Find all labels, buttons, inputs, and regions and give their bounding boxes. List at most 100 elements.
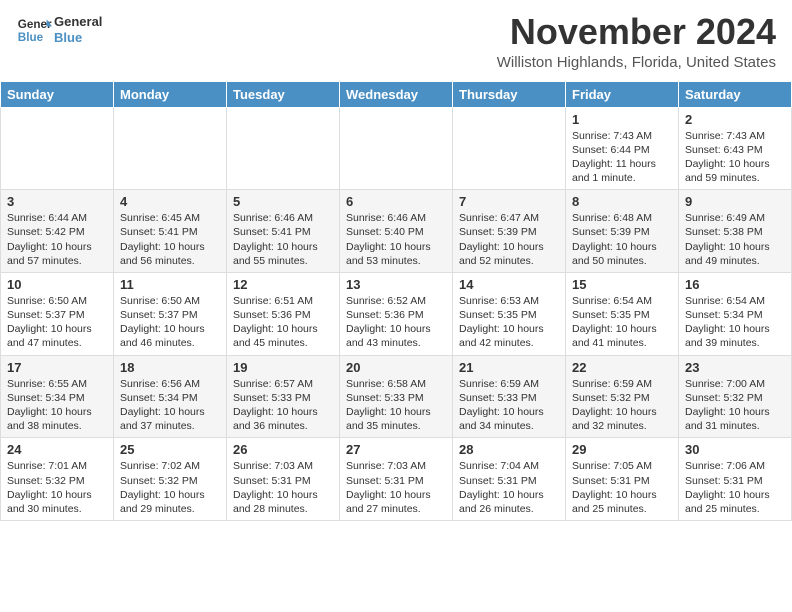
calendar-cell: 3Sunrise: 6:44 AMSunset: 5:42 PMDaylight… — [1, 190, 114, 273]
day-detail: Sunset: 5:39 PM — [459, 225, 559, 239]
calendar-cell: 2Sunrise: 7:43 AMSunset: 6:43 PMDaylight… — [679, 107, 792, 190]
day-number: 10 — [7, 277, 107, 292]
day-detail: Sunrise: 7:02 AM — [120, 459, 220, 473]
day-detail: Sunrise: 6:49 AM — [685, 211, 785, 225]
day-detail: Daylight: 11 hours and 1 minute. — [572, 157, 672, 185]
day-detail: Sunrise: 6:53 AM — [459, 294, 559, 308]
day-detail: Sunset: 5:42 PM — [7, 225, 107, 239]
day-detail: Sunset: 5:34 PM — [7, 391, 107, 405]
day-detail: Sunrise: 6:46 AM — [346, 211, 446, 225]
day-detail: Sunset: 5:35 PM — [459, 308, 559, 322]
calendar-cell: 24Sunrise: 7:01 AMSunset: 5:32 PMDayligh… — [1, 438, 114, 521]
day-detail: Daylight: 10 hours and 30 minutes. — [7, 488, 107, 516]
weekday-header-monday: Monday — [114, 81, 227, 107]
calendar-cell — [114, 107, 227, 190]
day-detail: Sunset: 5:37 PM — [120, 308, 220, 322]
day-detail: Daylight: 10 hours and 53 minutes. — [346, 240, 446, 268]
calendar-cell: 6Sunrise: 6:46 AMSunset: 5:40 PMDaylight… — [340, 190, 453, 273]
day-number: 14 — [459, 277, 559, 292]
day-number: 4 — [120, 194, 220, 209]
day-number: 18 — [120, 360, 220, 375]
day-detail: Sunrise: 6:48 AM — [572, 211, 672, 225]
day-detail: Daylight: 10 hours and 47 minutes. — [7, 322, 107, 350]
day-detail: Sunset: 5:33 PM — [459, 391, 559, 405]
day-number: 22 — [572, 360, 672, 375]
calendar-cell: 14 Sunrise: 6:53 AMSunset: 5:35 PMDayligh… — [453, 272, 566, 355]
day-detail: Daylight: 10 hours and 38 minutes. — [7, 405, 107, 433]
day-detail: Sunset: 5:39 PM — [572, 225, 672, 239]
calendar-cell: 21Sunrise: 6:59 AMSunset: 5:33 PMDayligh… — [453, 355, 566, 438]
day-detail: Sunrise: 6:45 AM — [120, 211, 220, 225]
day-number: 19 — [233, 360, 333, 375]
calendar-cell: 20Sunrise: 6:58 AMSunset: 5:33 PMDayligh… — [340, 355, 453, 438]
day-detail: Sunset: 5:32 PM — [7, 474, 107, 488]
day-detail: Sunset: 5:38 PM — [685, 225, 785, 239]
day-detail: Sunset: 5:40 PM — [346, 225, 446, 239]
day-number: 24 — [7, 442, 107, 457]
day-detail: Daylight: 10 hours and 57 minutes. — [7, 240, 107, 268]
calendar-cell: 13 Sunrise: 6:52 AMSunset: 5:36 PMDayligh… — [340, 272, 453, 355]
calendar-week-row: 10Sunrise: 6:50 AMSunset: 5:37 PMDayligh… — [1, 272, 792, 355]
day-detail: Daylight: 10 hours and 46 minutes. — [120, 322, 220, 350]
day-number: 15 — [572, 277, 672, 292]
day-number: 7 — [459, 194, 559, 209]
calendar-week-row: 17Sunrise: 6:55 AMSunset: 5:34 PMDayligh… — [1, 355, 792, 438]
day-detail: Sunrise: 6:58 AM — [346, 377, 446, 391]
day-detail: Daylight: 10 hours and 56 minutes. — [120, 240, 220, 268]
day-detail: Daylight: 10 hours and 52 minutes. — [459, 240, 559, 268]
page-header: General Blue General Blue November 2024 … — [0, 0, 792, 77]
day-detail: Sunrise: 6:52 AM — [346, 294, 446, 308]
day-detail: Sunset: 5:35 PM — [572, 308, 672, 322]
weekday-header-tuesday: Tuesday — [227, 81, 340, 107]
day-detail: Daylight: 10 hours and 35 minutes. — [346, 405, 446, 433]
day-number: 27 — [346, 442, 446, 457]
day-number: 30 — [685, 442, 785, 457]
calendar-cell: 27Sunrise: 7:03 AMSunset: 5:31 PMDayligh… — [340, 438, 453, 521]
logo-blue: Blue — [54, 30, 102, 46]
calendar-cell: 12Sunrise: 6:51 AMSunset: 5:36 PMDayligh… — [227, 272, 340, 355]
day-detail: Daylight: 10 hours and 49 minutes. — [685, 240, 785, 268]
calendar-cell: 8Sunrise: 6:48 AMSunset: 5:39 PMDaylight… — [566, 190, 679, 273]
calendar-cell — [453, 107, 566, 190]
day-number: 21 — [459, 360, 559, 375]
day-detail: Sunrise: 7:04 AM — [459, 459, 559, 473]
day-detail: Sunset: 5:41 PM — [120, 225, 220, 239]
day-number: 1 — [572, 112, 672, 127]
day-detail: Sunset: 5:33 PM — [233, 391, 333, 405]
calendar-cell: 9Sunrise: 6:49 AMSunset: 5:38 PMDaylight… — [679, 190, 792, 273]
day-detail: Daylight: 10 hours and 43 minutes. — [346, 322, 446, 350]
calendar-cell: 30Sunrise: 7:06 AMSunset: 5:31 PMDayligh… — [679, 438, 792, 521]
day-detail: Daylight: 10 hours and 26 minutes. — [459, 488, 559, 516]
day-detail: Sunrise: 6:47 AM — [459, 211, 559, 225]
day-detail: Daylight: 10 hours and 41 minutes. — [572, 322, 672, 350]
day-detail: Sunset: 5:41 PM — [233, 225, 333, 239]
calendar-cell: 18Sunrise: 6:56 AMSunset: 5:34 PMDayligh… — [114, 355, 227, 438]
day-detail: Sunrise: 7:03 AM — [233, 459, 333, 473]
weekday-header-row: SundayMondayTuesdayWednesdayThursdayFrid… — [1, 81, 792, 107]
calendar-cell: 22Sunrise: 6:59 AMSunset: 5:32 PMDayligh… — [566, 355, 679, 438]
day-detail: Sunset: 5:36 PM — [346, 308, 446, 322]
location-title: Williston Highlands, Florida, United Sta… — [497, 54, 776, 71]
day-number: 8 — [572, 194, 672, 209]
day-number: 26 — [233, 442, 333, 457]
day-number: 23 — [685, 360, 785, 375]
calendar-week-row: 3Sunrise: 6:44 AMSunset: 5:42 PMDaylight… — [1, 190, 792, 273]
calendar-cell: 17Sunrise: 6:55 AMSunset: 5:34 PMDayligh… — [1, 355, 114, 438]
day-detail: Sunrise: 6:56 AM — [120, 377, 220, 391]
calendar-cell — [340, 107, 453, 190]
day-detail: Sunrise: 6:59 AM — [572, 377, 672, 391]
day-detail: Sunset: 6:44 PM — [572, 143, 672, 157]
day-detail: Sunrise: 6:57 AM — [233, 377, 333, 391]
day-number: 13 — [346, 277, 446, 292]
day-number: 25 — [120, 442, 220, 457]
day-detail: Daylight: 10 hours and 34 minutes. — [459, 405, 559, 433]
day-detail: Sunset: 5:31 PM — [346, 474, 446, 488]
day-detail: Daylight: 10 hours and 27 minutes. — [346, 488, 446, 516]
day-detail: Daylight: 10 hours and 39 minutes. — [685, 322, 785, 350]
day-detail: Daylight: 10 hours and 42 minutes. — [459, 322, 559, 350]
day-detail: Sunset: 5:37 PM — [7, 308, 107, 322]
calendar-cell — [227, 107, 340, 190]
weekday-header-wednesday: Wednesday — [340, 81, 453, 107]
logo-icon: General Blue — [16, 12, 52, 48]
day-detail: Daylight: 10 hours and 25 minutes. — [572, 488, 672, 516]
